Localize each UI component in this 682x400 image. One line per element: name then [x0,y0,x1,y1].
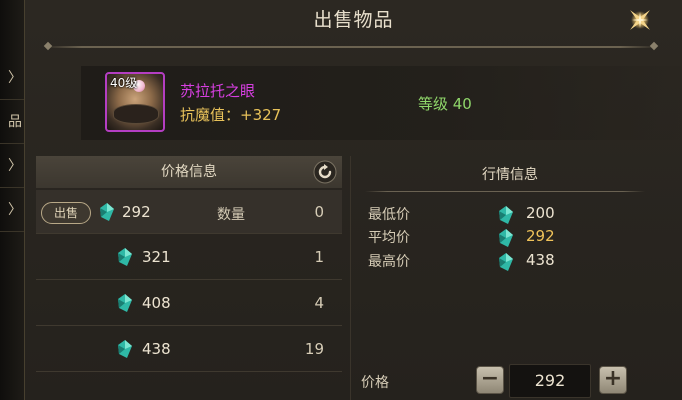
quantity-value: 4 [314,294,324,312]
price-value: 321 [142,248,171,266]
quantity-value: 19 [304,340,324,358]
price-input-label: 价格 [361,375,389,391]
side-menu-item: 〉 [0,56,26,100]
price-row[interactable]: 321 1 [36,234,342,280]
quantity-value: 0 [314,203,324,221]
section-divider [350,156,351,400]
price-info-header: 价格信息 [36,156,342,188]
quantity-label: 数量 [217,207,245,223]
market-value: 292 [526,227,555,245]
side-menu-item: 〉 [0,144,26,188]
close-star-icon [630,10,650,30]
nest-bowl-icon [113,104,159,124]
crystal-gem-icon [100,203,114,221]
market-value: 200 [526,204,555,222]
market-label: 最高价 [368,254,410,270]
sell-button[interactable]: 出售 [41,202,91,224]
item-level: 等级 40 [418,95,472,113]
market-label: 平均价 [368,230,410,246]
sell-item-dialog: 出售物品 40级 苏拉托之眼 抗魔值：+327 等级 40 价格信息 出售 29… [24,0,682,400]
market-label: 最低价 [368,207,410,223]
item-info-row [81,66,681,140]
market-row-highest: 最高价 438 [368,251,568,273]
side-menu-item: 品 [0,100,26,144]
crystal-gem-icon [118,340,132,358]
market-row-lowest: 最低价 200 [368,204,568,226]
market-info-header: 行情信息 [482,167,538,183]
price-list: 出售 292 数量 0 321 1 408 4 438 19 [36,190,342,372]
price-row[interactable]: 408 4 [36,280,342,326]
refresh-button[interactable] [313,160,337,184]
crystal-gem-icon [118,248,132,266]
attribute-label: 抗魔值： [180,106,241,124]
item-level-badge: 40级 [110,76,138,90]
side-menu-item: 〉 [0,188,26,232]
price-input-row: 价格 − 292 + [361,362,661,400]
crystal-gem-icon [499,206,513,224]
close-button[interactable] [624,4,656,36]
market-row-average: 平均价 292 [368,227,568,249]
price-value: 292 [122,203,151,221]
price-input[interactable]: 292 [509,364,591,398]
decrease-price-button[interactable]: − [476,366,504,394]
item-attribute: 抗魔值：+327 [180,104,281,125]
crystal-gem-icon [499,229,513,247]
crystal-gem-icon [499,253,513,271]
quantity-value: 1 [314,248,324,266]
price-value: 408 [142,294,171,312]
crystal-gem-icon [118,294,132,312]
market-value: 438 [526,251,555,269]
price-row[interactable]: 438 19 [36,326,342,372]
increase-price-button[interactable]: + [599,366,627,394]
item-icon-slot[interactable]: 40级 [105,72,165,132]
item-name: 苏拉托之眼 [180,82,256,100]
refresh-icon [313,160,337,184]
attribute-value: +327 [240,106,282,124]
price-value: 438 [142,340,171,358]
dialog-title: 出售物品 [313,9,394,31]
title-divider [45,46,657,48]
market-divider [365,191,645,192]
price-row: 出售 292 数量 0 [36,190,342,234]
